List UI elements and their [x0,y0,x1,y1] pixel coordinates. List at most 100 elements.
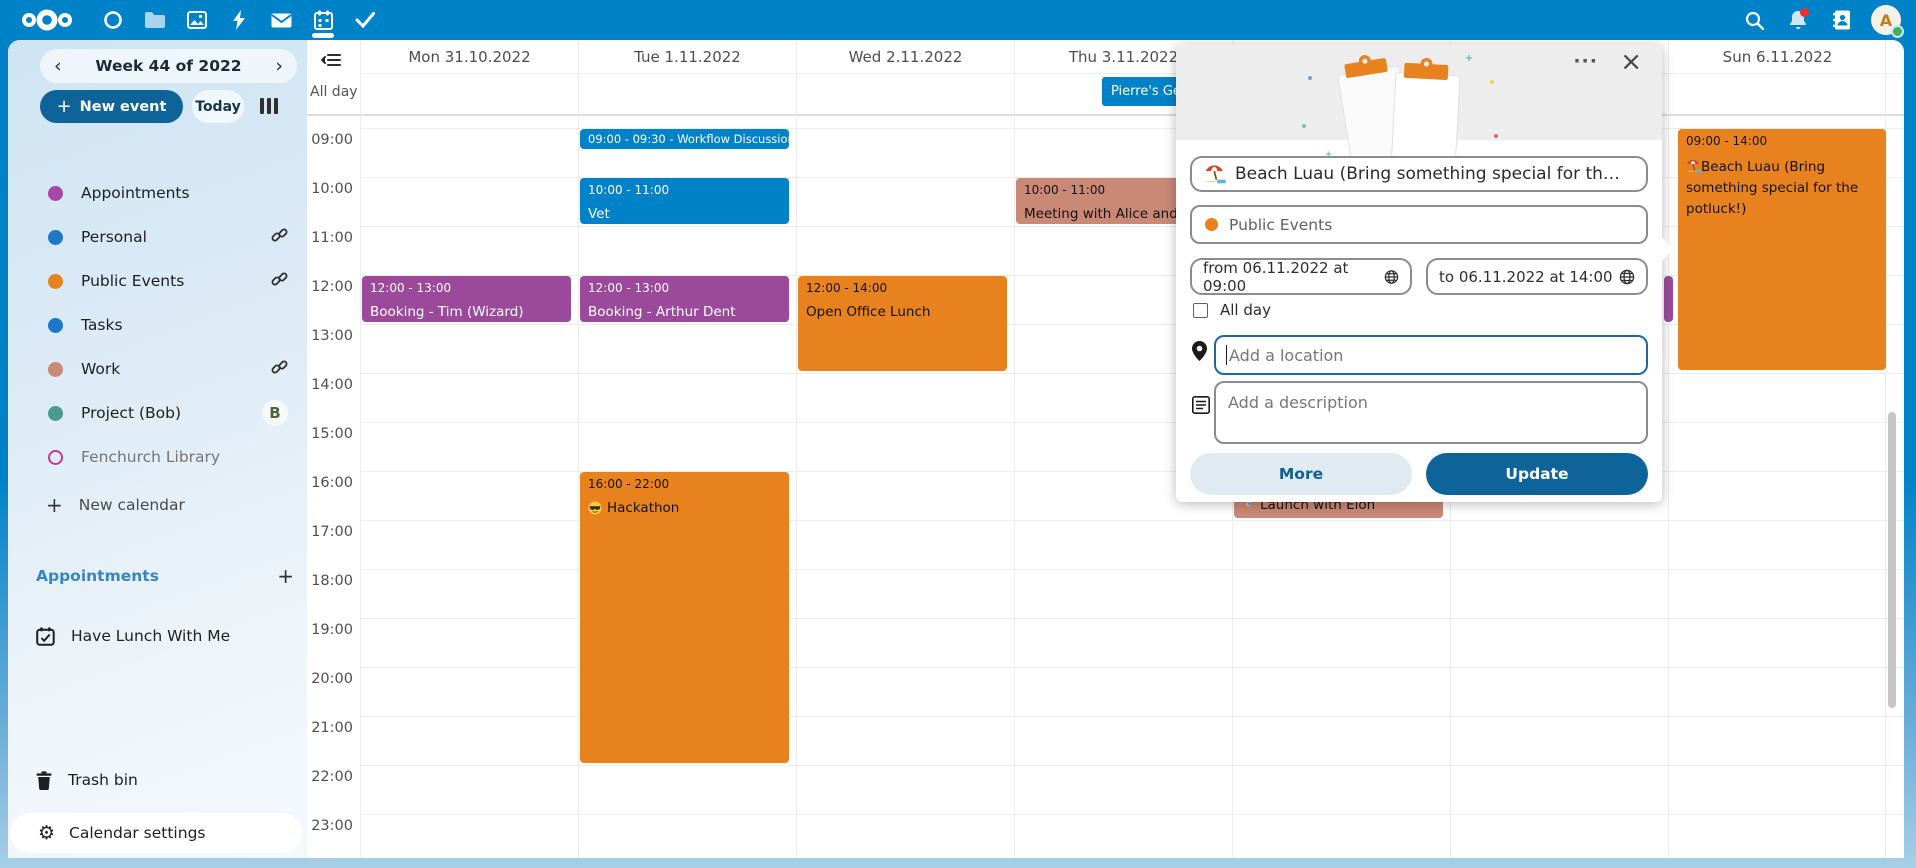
beach-umbrella-emoji-icon [1686,159,1701,173]
location-pin-icon [1192,341,1207,361]
trash-bin-button[interactable]: Trash bin [36,762,294,798]
update-button[interactable]: Update [1426,453,1648,495]
next-week-button[interactable]: › [275,57,283,76]
time-label: 18:00 [307,573,353,589]
new-event-button[interactable]: + New event [40,90,183,123]
location-input[interactable]: Add a location [1214,335,1648,375]
trash-icon [36,771,52,790]
sidebar-item-tasks[interactable]: Tasks [36,307,294,343]
description-input[interactable]: Add a description [1214,381,1648,444]
contacts-icon[interactable] [1820,0,1864,40]
week-navigation: ‹ Week 44 of 2022 › [40,49,297,83]
notifications-bell-icon[interactable] [1776,0,1820,40]
calendar-color-dot [48,362,63,377]
vertical-scrollbar[interactable] [1888,412,1896,708]
sidebar-item-appointments[interactable]: Appointments [36,175,294,211]
to-datetime-picker[interactable]: to 06.11.2022 at 14:00 [1426,258,1648,295]
notification-badge [1800,8,1809,17]
text-caret [1226,345,1227,365]
avatar-letter: A [1880,11,1892,30]
all-day-checkbox[interactable]: All day [1193,301,1271,319]
active-app-indicator [312,33,334,38]
tasks-icon[interactable] [344,0,386,40]
avatar[interactable]: A [1864,0,1908,40]
more-button[interactable]: More [1190,453,1412,495]
week-label: Week 44 of 2022 [95,57,241,75]
previous-week-button[interactable]: ‹ [54,57,62,76]
sidebar-item-work[interactable]: Work [36,351,294,387]
shared-link-icon [271,359,288,380]
time-label: 17:00 [307,524,353,540]
appointment-config-item[interactable]: Have Lunch With Me [36,618,294,654]
plus-icon: + [57,96,72,117]
event-title-input[interactable]: Beach Luau (Bring something special for … [1190,156,1648,192]
shared-link-icon [271,271,288,292]
activity-icon[interactable] [218,0,260,40]
shared-link-icon [271,227,288,248]
event-vet[interactable]: 10:00 - 11:00 Vet [580,178,789,224]
time-label: 13:00 [307,328,353,344]
time-label: 22:00 [307,769,353,785]
time-label: 20:00 [307,671,353,687]
files-icon[interactable] [134,0,176,40]
calendar-color-dot [48,406,63,421]
shared-user-badge: B [262,400,288,426]
calendar-color-dot [48,230,63,245]
event-workflow-discussion[interactable]: 09:00 - 09:30 - Workflow Discussion [580,129,789,149]
description-icon [1192,396,1210,414]
close-icon[interactable]: × [1620,47,1642,78]
calendar-icon[interactable] [302,0,344,40]
add-appointment-button[interactable]: + [277,564,294,588]
beach-umbrella-emoji-icon [1204,164,1226,184]
sunglasses-emoji-icon [588,501,602,515]
event-hackathon[interactable]: 16:00 - 22:00 Hackathon [580,472,789,763]
sidebar-item-public-events[interactable]: Public Events [36,263,294,299]
new-calendar-button[interactable]: + New calendar [36,487,294,523]
event-booking-arthur-dent[interactable]: 12:00 - 13:00 Booking - Arthur Dent [580,276,789,322]
more-options-icon[interactable]: ··· [1573,50,1598,72]
appointments-section: Appointments + [36,564,294,588]
time-label: 15:00 [307,426,353,442]
today-button[interactable]: Today [192,90,244,123]
time-label: 21:00 [307,720,353,736]
sidebar-item-fenchurch-library[interactable]: Fenchurch Library [36,439,294,475]
collapse-sidebar-icon[interactable] [321,52,341,71]
time-label: 10:00 [307,181,353,197]
all-day-label: All day [310,84,358,100]
event-editor-popup: ··· × Beach Luau (Bring something specia… [1176,44,1662,502]
timezone-globe-icon[interactable] [1619,269,1635,285]
sidebar-item-personal[interactable]: Personal [36,219,294,255]
online-status-dot [1891,25,1904,38]
calendar-color-dot [48,318,63,333]
checkbox[interactable] [1193,303,1208,318]
calendar-settings-button[interactable]: ⚙ Calendar settings [10,813,302,853]
calendar-color-dot [48,274,63,289]
nextcloud-logo-icon[interactable] [16,7,78,33]
sidebar-item-project-bob[interactable]: Project (Bob) B [36,395,294,431]
event-beach-luau[interactable]: 09:00 - 14:00 Beach Luau (Bring somethin… [1678,129,1886,370]
time-label: 16:00 [307,475,353,491]
time-label: 23:00 [307,818,353,834]
calendar-check-icon [36,627,55,646]
calendar-select[interactable]: Public Events [1190,205,1648,244]
top-bar: A [0,0,1916,40]
search-icon[interactable] [1732,0,1776,40]
gear-icon: ⚙ [38,824,55,843]
calendar-color-dot [1205,218,1218,231]
dashboard-icon[interactable] [92,0,134,40]
mail-icon[interactable] [260,0,302,40]
timezone-globe-icon[interactable] [1384,269,1399,285]
time-label: 12:00 [307,279,353,295]
from-datetime-picker[interactable]: from 06.11.2022 at 09:00 [1190,258,1412,295]
calendar-color-dot [48,186,63,201]
event-partial-hidden[interactable] [1664,276,1673,322]
event-booking-tim[interactable]: 12:00 - 13:00 Booking - Tim (Wizard) [362,276,571,322]
week-grid[interactable]: 09:00 10:00 11:00 12:00 13:00 14:00 15:0… [307,116,1904,858]
calendar-grid-area: Mon 31.10.2022 Tue 1.11.2022 Wed 2.11.20… [307,40,1904,858]
time-label: 11:00 [307,230,353,246]
view-columns-icon[interactable] [260,98,278,114]
photos-icon[interactable] [176,0,218,40]
appointments-heading: Appointments [36,567,159,585]
event-open-office-lunch[interactable]: 12:00 - 14:00 Open Office Lunch [798,276,1007,371]
time-label: 14:00 [307,377,353,393]
